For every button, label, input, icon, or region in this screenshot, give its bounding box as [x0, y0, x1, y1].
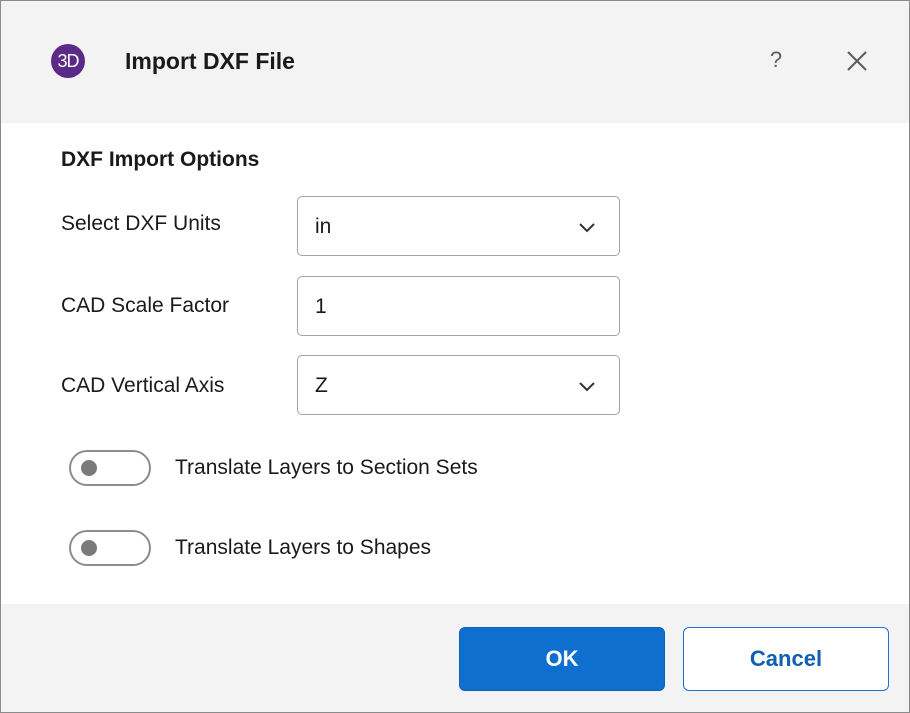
- toggle-knob: [81, 460, 97, 476]
- units-select-value: in: [315, 215, 332, 238]
- axis-label: CAD Vertical Axis: [61, 374, 225, 397]
- ok-button[interactable]: OK: [459, 627, 665, 691]
- section-sets-toggle-label: Translate Layers to Section Sets: [175, 456, 478, 479]
- scale-input-value: 1: [315, 295, 327, 318]
- close-icon: [847, 51, 867, 71]
- scale-input[interactable]: 1: [297, 276, 620, 336]
- toggle-knob: [81, 540, 97, 556]
- title-bar: 3D Import DXF File ?: [1, 1, 909, 123]
- section-heading: DXF Import Options: [61, 148, 260, 171]
- section-sets-toggle[interactable]: [69, 450, 151, 486]
- scale-label: CAD Scale Factor: [61, 294, 230, 317]
- axis-select-value: Z: [315, 374, 328, 397]
- chevron-down-icon: [579, 223, 595, 233]
- close-button[interactable]: [841, 45, 873, 77]
- dialog-title: Import DXF File: [125, 48, 295, 74]
- chevron-down-icon: [579, 382, 595, 392]
- import-dxf-dialog: 3D Import DXF File ? DXF Import Options …: [0, 0, 910, 713]
- units-label: Select DXF Units: [61, 212, 221, 235]
- shapes-toggle[interactable]: [69, 530, 151, 566]
- units-select[interactable]: in: [297, 196, 620, 256]
- app-logo-icon: 3D: [51, 44, 85, 78]
- axis-select[interactable]: Z: [297, 355, 620, 415]
- cancel-button[interactable]: Cancel: [683, 627, 889, 691]
- shapes-toggle-label: Translate Layers to Shapes: [175, 536, 432, 559]
- help-button[interactable]: ?: [761, 43, 791, 77]
